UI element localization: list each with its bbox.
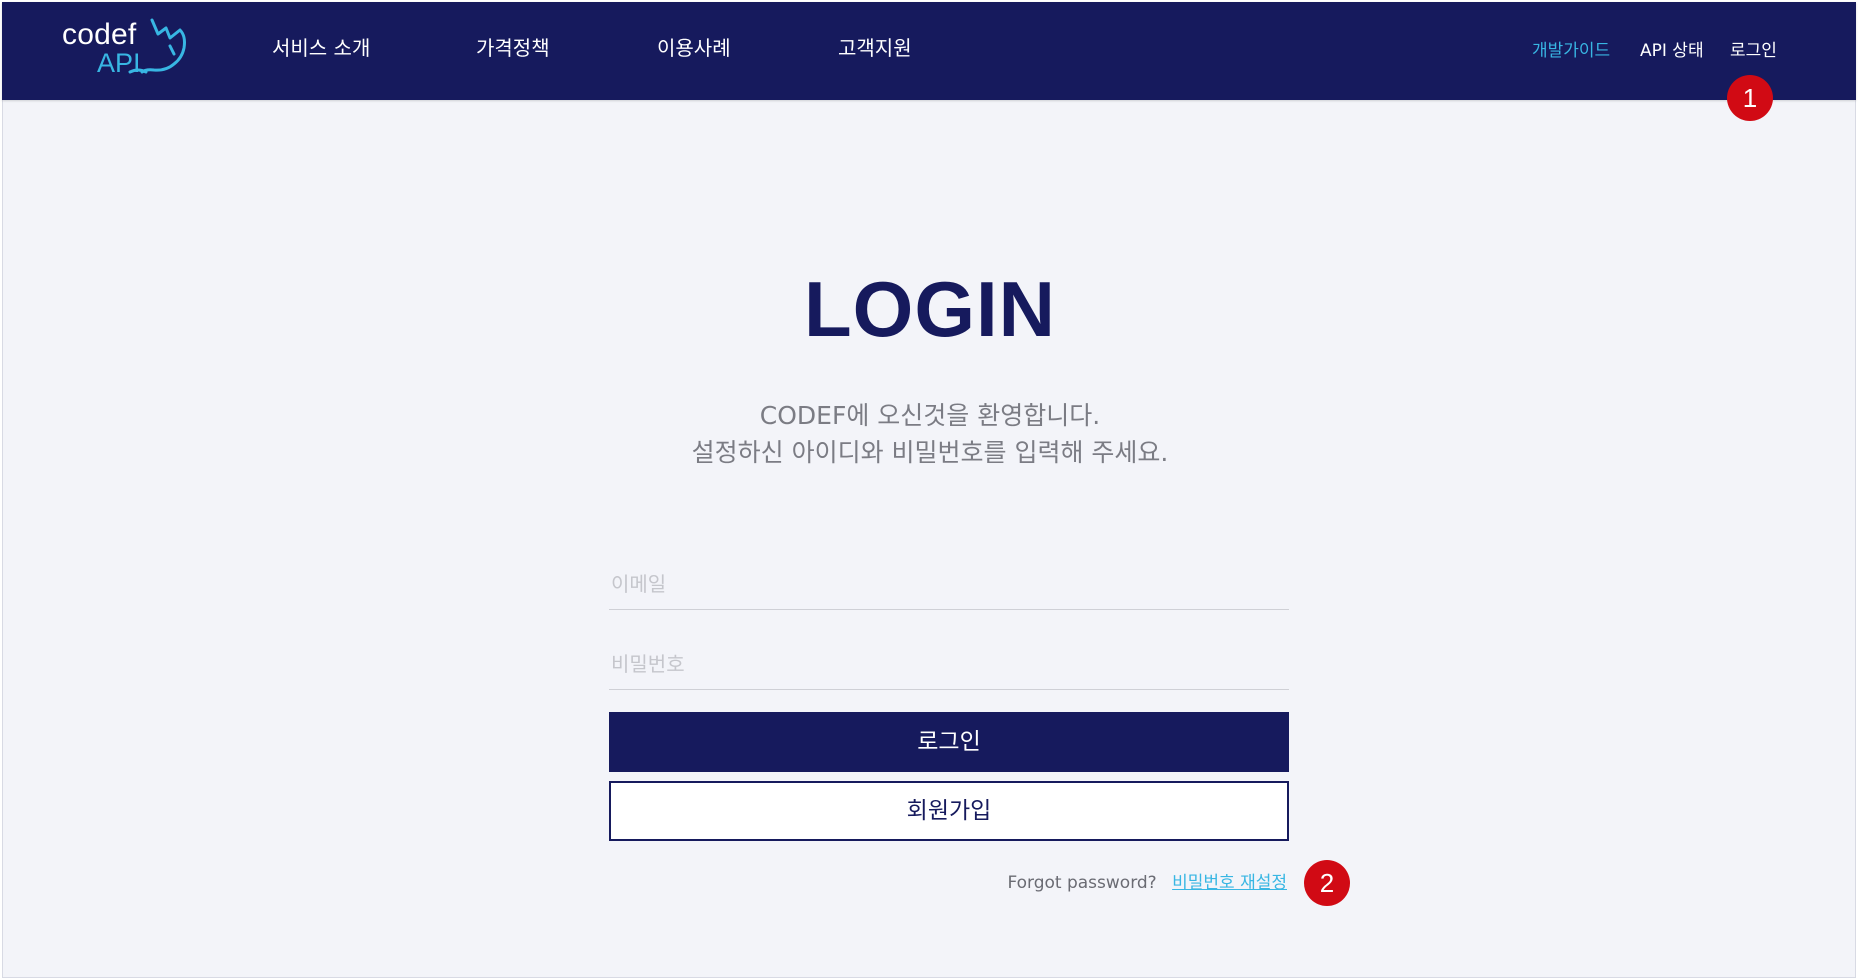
welcome-line-1: CODEF에 오신것을 환영합니다.: [759, 401, 1101, 430]
forgot-password-label: Forgot password?: [1007, 873, 1157, 893]
signup-button[interactable]: 회원가입: [609, 781, 1289, 841]
annotation-badge-1: 1: [1727, 75, 1773, 121]
welcome-line-2: 설정하신 아이디와 비밀번호를 입력해 주세요.: [691, 438, 1169, 467]
nav-login[interactable]: 로그인: [1730, 36, 1777, 66]
annotation-badge-2: 2: [1304, 860, 1350, 906]
forgot-password-row: Forgot password? 비밀번호 재설정: [1007, 870, 1287, 896]
top-navbar: codef API 서비스 소개 가격정책 이용사례 고객지원 개발가이드 AP…: [2, 2, 1856, 100]
nav-use-cases[interactable]: 이용사례: [657, 30, 731, 66]
login-button[interactable]: 로그인: [609, 712, 1289, 772]
nav-pricing[interactable]: 가격정책: [476, 30, 550, 66]
nav-customer-support[interactable]: 고객지원: [838, 30, 912, 66]
codef-api-logo[interactable]: codef API: [62, 16, 202, 86]
password-reset-link[interactable]: 비밀번호 재설정: [1172, 873, 1287, 893]
rhino-logo-icon: [128, 18, 186, 74]
nav-dev-guide[interactable]: 개발가이드: [1532, 36, 1610, 66]
nav-api-status[interactable]: API 상태: [1640, 36, 1704, 66]
nav-service-intro[interactable]: 서비스 소개: [272, 30, 370, 66]
email-field[interactable]: [609, 558, 1289, 610]
password-field[interactable]: [609, 638, 1289, 690]
page-title: LOGIN: [804, 265, 1056, 353]
